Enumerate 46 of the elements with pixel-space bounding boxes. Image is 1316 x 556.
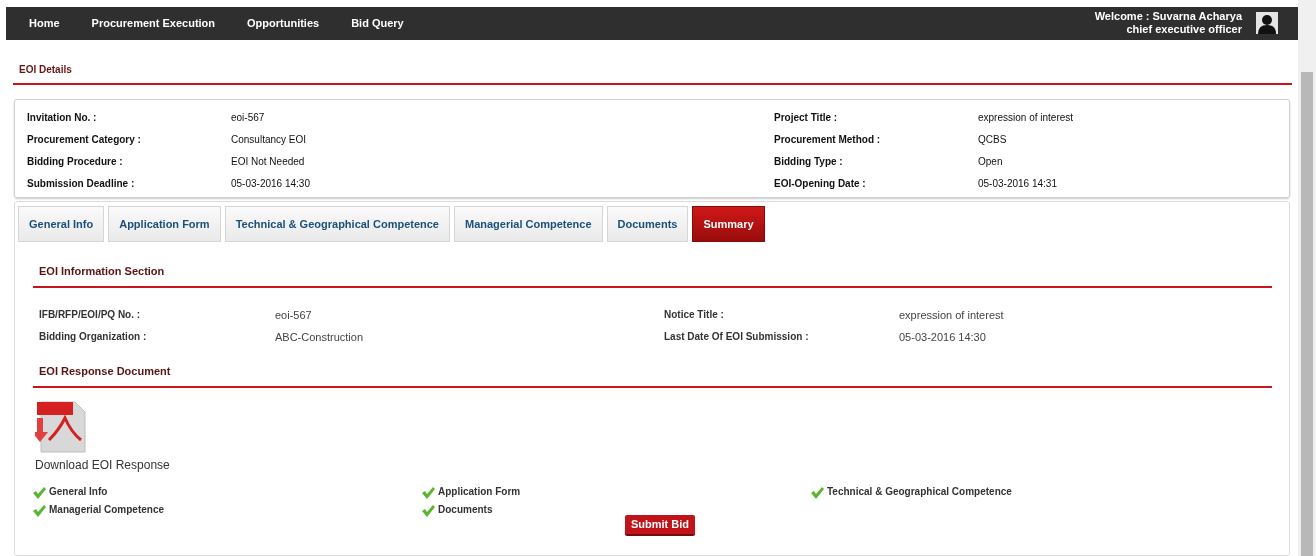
section-title: EOI Response Document [39,365,171,378]
field-label: Bidding Type : [774,154,844,168]
field-value: Consultancy EOI [231,132,308,146]
field-label: Last Date Of EOI Submission : [664,330,810,345]
field-value: eoi-567 [231,110,266,124]
tab[interactable]: Summary [692,206,765,243]
tab[interactable]: Application Form [108,206,221,243]
field-label: Notice Title : [664,308,725,323]
field-label: Invitation No. : [27,110,98,124]
tab[interactable]: Documents [606,206,689,243]
nav-link[interactable]: Bid Query [336,15,419,32]
welcome-text: Welcome : Suvarna Acharya [1094,10,1242,24]
field-label: Procurement Category : [27,132,142,146]
tab[interactable]: Technical & Geographical Competence [224,206,450,243]
field-value: expression of interest [978,110,1075,124]
section-title: EOI Information Section [39,265,165,278]
checklist-item: Technical & Geographical Competence [827,485,1012,500]
user-role: chief executive officer [1126,23,1242,37]
field-label: Bidding Organization : [39,330,148,345]
checklist-item: Documents [438,503,493,518]
field-label: Bidding Procedure : [27,154,124,168]
field-label: EOI-Opening Date : [774,176,867,190]
field-value: eoi-567 [275,308,313,323]
nav-link[interactable]: Opportunities [232,15,335,32]
field-label: Project Title : [774,110,839,124]
field-value: Open [978,154,1004,168]
tab[interactable]: Managerial Competence [454,206,603,243]
field-value: ABC-Construction [275,330,365,345]
tab[interactable]: General Info [18,206,105,243]
field-value: 05-03-2016 14:30 [231,176,311,190]
field-label: Submission Deadline : [27,176,136,190]
page-title: EOI Details [19,63,72,75]
field-label: Procurement Method : [774,132,882,146]
field-value: expression of interest [899,308,1005,323]
checklist-item: Managerial Competence [49,503,165,518]
nav-link[interactable]: Procurement Execution [76,15,231,32]
field-value: QCBS [978,132,1008,146]
field-value: 05-03-2016 14:30 [899,330,987,345]
submit-bid-button[interactable]: Submit Bid [624,515,696,537]
nav-link[interactable]: Home [14,15,75,32]
download-link[interactable]: Download EOI Response [35,456,170,475]
checklist-item: Application Form [438,485,521,500]
field-value: EOI Not Needed [231,154,306,168]
checklist-item: General Info [49,485,108,500]
field-value: 05-03-2016 14:31 [978,176,1058,190]
field-label: IFB/RFP/EOI/PQ No. : [39,308,142,323]
